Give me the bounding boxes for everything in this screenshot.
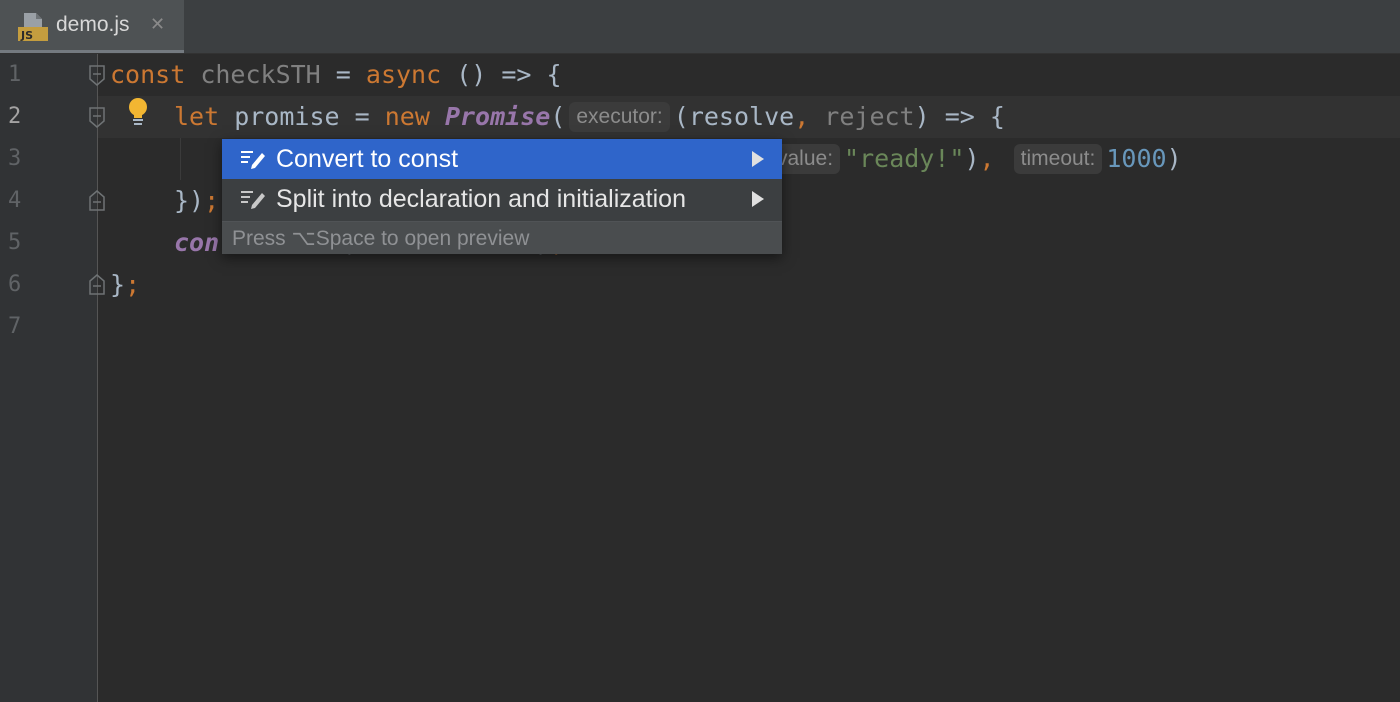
intention-edit-icon (241, 151, 265, 169)
line-number: 5 (8, 230, 22, 255)
keyword: let (174, 102, 220, 131)
tab-label: demo.js (56, 13, 130, 36)
code-text: () => { (441, 60, 562, 89)
svg-text:JS: JS (20, 29, 33, 42)
lightbulb-icon[interactable] (125, 96, 151, 128)
line-number: 7 (8, 314, 22, 339)
operator: = (320, 60, 366, 89)
string-literal: "ready!" (844, 144, 965, 173)
identifier: checkSTH (185, 60, 321, 89)
parameter-hint: timeout: (1013, 144, 1103, 174)
fold-end-icon[interactable] (88, 273, 106, 295)
code-line-3[interactable]: value: "ready!"), timeout: 1000) (770, 138, 1182, 180)
comma: , (794, 102, 810, 131)
popup-item-convert-to-const[interactable]: Convert to const (222, 139, 782, 179)
parameter-hint: executor: (569, 102, 670, 132)
code-text: }) (174, 186, 205, 215)
code-text: } (110, 270, 126, 299)
code-line-2[interactable]: let promise = new Promise(executor: (reso… (174, 96, 1005, 138)
identifier: promise (219, 102, 340, 131)
submenu-arrow-icon[interactable] (752, 191, 764, 207)
code-text: (resolve (673, 102, 795, 131)
keyword: const (110, 60, 186, 89)
semicolon: ; (204, 186, 220, 215)
popup-footer: Press ⌥Space to open preview (222, 221, 782, 254)
code-text: ) => { (914, 102, 1005, 131)
line-number: 1 (8, 62, 22, 87)
fold-end-icon[interactable] (88, 189, 106, 211)
gutter-divider (97, 54, 98, 702)
code-text: reject (809, 102, 915, 131)
intention-edit-icon (241, 191, 265, 209)
paren: ( (550, 102, 566, 131)
popup-item-label: Split into declaration and initializatio… (276, 185, 686, 213)
paren: ) (1166, 144, 1182, 173)
semicolon: ; (125, 270, 141, 299)
line-number: 2 (8, 104, 22, 129)
js-file-icon: JS (18, 13, 48, 42)
close-icon[interactable]: ✕ (150, 13, 165, 37)
operator: = (339, 102, 385, 131)
editor-tab-bar: JS demo.js ✕ (0, 0, 1400, 54)
submenu-arrow-icon[interactable] (752, 151, 764, 167)
code-line-4[interactable]: }); (174, 180, 219, 222)
keyword: new (384, 102, 430, 131)
fold-open-icon[interactable] (88, 107, 106, 129)
tab-demo-js[interactable]: JS demo.js ✕ (0, 0, 184, 53)
number-literal: 1000 (1106, 144, 1167, 173)
class-name: Promise (444, 102, 551, 131)
keyword: async (365, 60, 442, 89)
intention-actions-popup: Convert to const Split into declaration … (222, 139, 782, 254)
popup-item-split-declaration[interactable]: Split into declaration and initializatio… (222, 179, 782, 219)
comma: , (979, 144, 995, 173)
line-number: 4 (8, 188, 22, 213)
line-number: 6 (8, 272, 22, 297)
fold-open-icon[interactable] (88, 65, 106, 87)
indent-guide (180, 138, 181, 180)
popup-item-label: Convert to const (276, 145, 459, 173)
line-number: 3 (8, 146, 22, 171)
code-line-1[interactable]: const checkSTH = async () => { (110, 54, 562, 96)
paren: ) (964, 144, 980, 173)
popup-footer-hint: Press ⌥Space to open preview (232, 227, 530, 250)
code-line-6[interactable]: }; (110, 264, 140, 306)
keyword: con (174, 228, 220, 257)
